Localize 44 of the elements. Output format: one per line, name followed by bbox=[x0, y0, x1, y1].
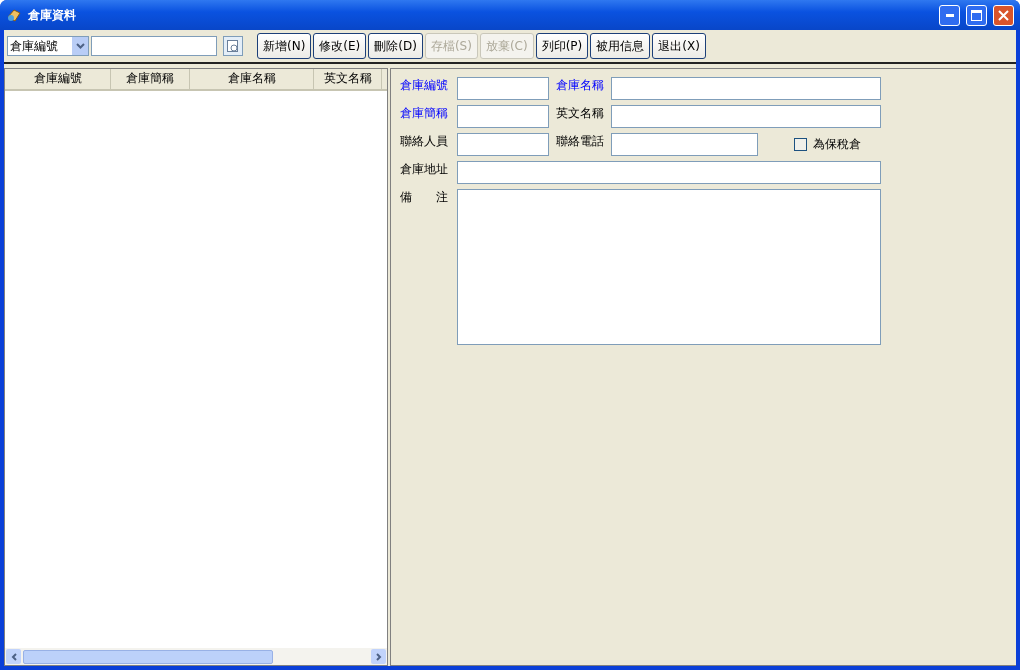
input-field[interactable] bbox=[457, 161, 881, 184]
column-header[interactable]: 倉庫簡稱 bbox=[111, 69, 190, 89]
toolbar-button[interactable]: 刪除(D) bbox=[368, 33, 423, 59]
scroll-left-icon[interactable] bbox=[6, 649, 21, 664]
maximize-button[interactable] bbox=[966, 4, 987, 26]
toolbar-button[interactable]: 被用信息 bbox=[590, 33, 651, 59]
search-field-dropdown[interactable]: 倉庫編號 bbox=[7, 36, 89, 56]
toolbar-button[interactable]: 新增(N) bbox=[257, 33, 312, 59]
close-button[interactable] bbox=[993, 4, 1014, 26]
horizontal-scrollbar[interactable] bbox=[5, 648, 387, 665]
checkbox-label: 為保稅倉 bbox=[813, 136, 861, 153]
toolbar-button[interactable]: 退出(X) bbox=[652, 33, 706, 59]
maximize-icon bbox=[971, 9, 982, 21]
window-title: 倉庫資料 bbox=[28, 6, 77, 24]
field-label: 倉庫名稱 bbox=[556, 77, 605, 93]
input-field[interactable] bbox=[457, 133, 549, 156]
column-header[interactable]: 倉庫編號 bbox=[5, 69, 111, 89]
search-icon bbox=[226, 39, 240, 53]
field-label: 倉庫編號 bbox=[400, 77, 449, 93]
field-label: 倉庫地址 bbox=[400, 161, 449, 177]
field-label: 倉庫簡稱 bbox=[400, 105, 449, 121]
close-icon bbox=[998, 9, 1009, 21]
search-field[interactable] bbox=[91, 36, 217, 56]
column-header[interactable]: 倉庫名稱 bbox=[190, 69, 314, 89]
input-field[interactable] bbox=[611, 77, 881, 100]
column-header[interactable]: 英文名稱 bbox=[314, 69, 382, 89]
toolbar-button[interactable]: 列印(P) bbox=[535, 33, 589, 59]
search-button[interactable] bbox=[223, 36, 243, 56]
minimize-button[interactable] bbox=[939, 4, 960, 26]
chevron-down-icon bbox=[75, 43, 85, 49]
input-field[interactable] bbox=[457, 105, 549, 128]
field-label: 英文名稱 bbox=[556, 105, 605, 121]
toolbar-button[interactable]: 修改(E) bbox=[313, 33, 367, 59]
remarks-field[interactable] bbox=[457, 189, 881, 345]
field-label: 聯絡電話 bbox=[556, 133, 605, 149]
app-icon bbox=[6, 7, 22, 23]
input-field[interactable] bbox=[611, 133, 758, 156]
minimize-icon bbox=[945, 13, 954, 17]
checkbox[interactable] bbox=[794, 138, 807, 151]
input-field[interactable] bbox=[611, 105, 881, 128]
input-field[interactable] bbox=[457, 77, 549, 100]
field-label: 聯絡人員 bbox=[400, 133, 449, 149]
scroll-right-icon[interactable] bbox=[371, 649, 386, 664]
field-label: 備 注 bbox=[400, 189, 449, 205]
